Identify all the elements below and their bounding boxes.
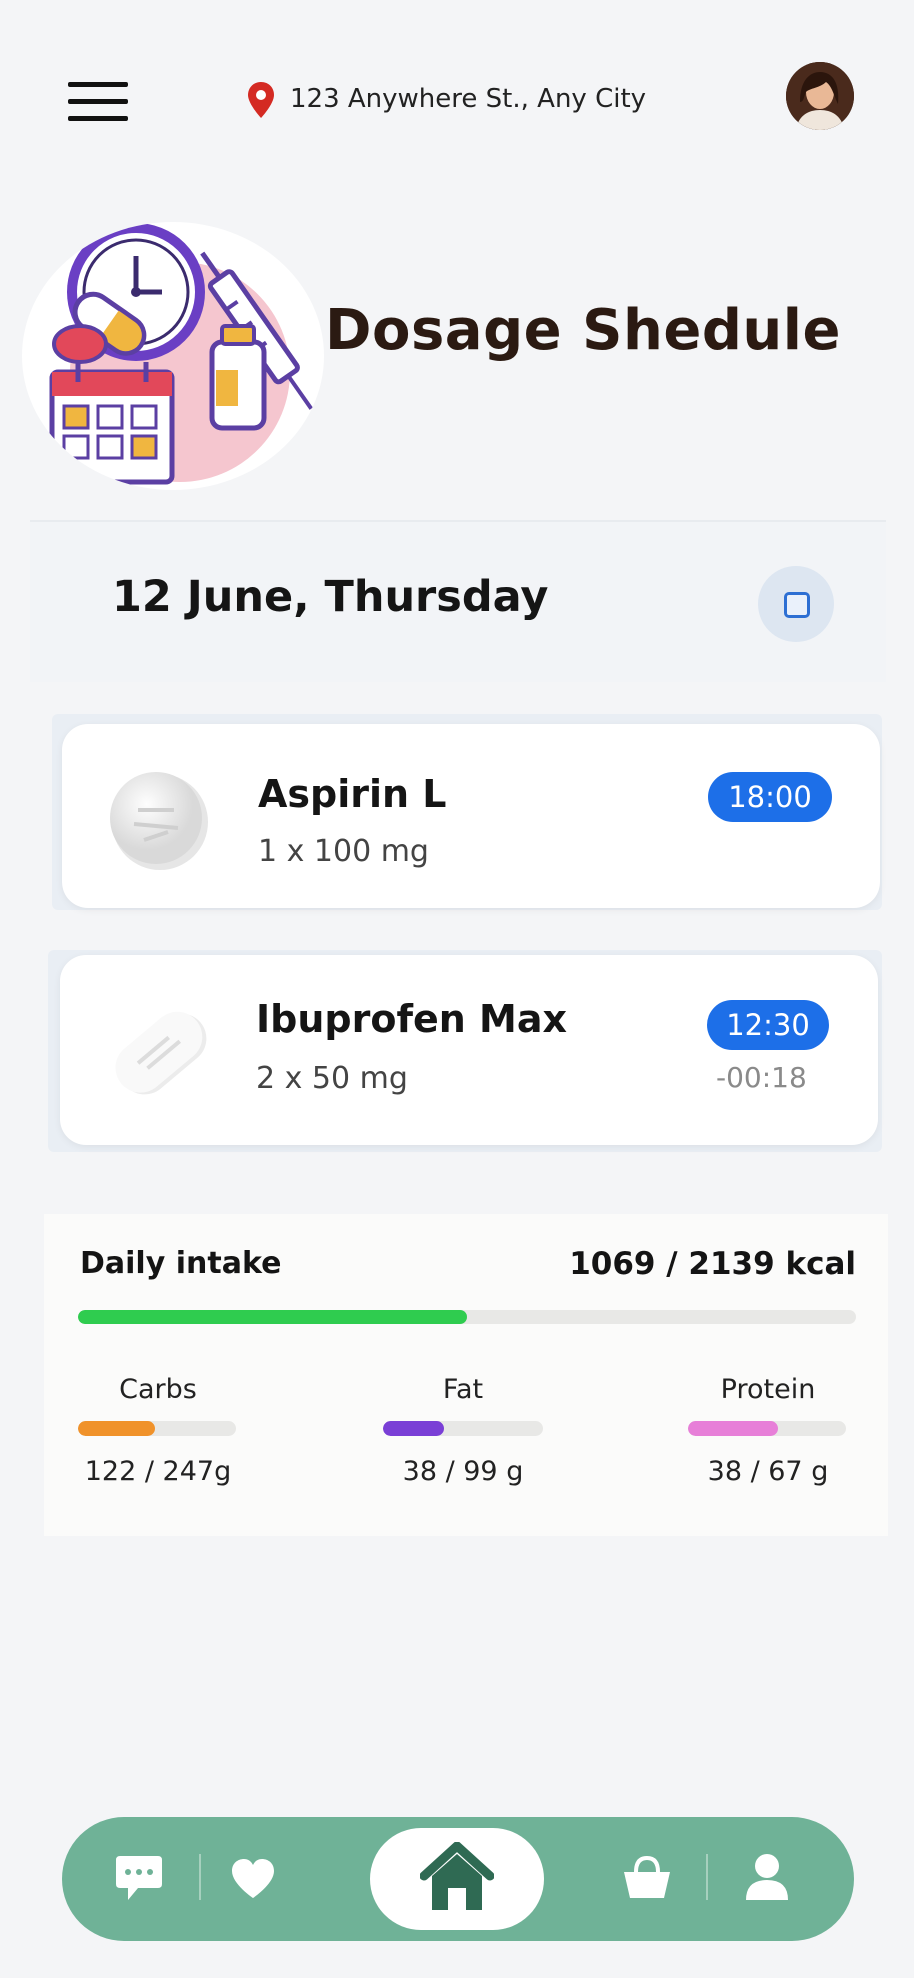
oval-pill-icon <box>108 999 218 1109</box>
home-button[interactable] <box>370 1828 544 1930</box>
protein-progress-bar <box>688 1421 846 1436</box>
menu-icon[interactable] <box>68 80 128 124</box>
macro-label-protein: Protein <box>720 1374 816 1405</box>
round-pill-icon <box>108 770 208 870</box>
intake-title: Daily intake <box>80 1246 282 1281</box>
dosage-illustration <box>22 222 324 490</box>
time-badge: 18:00 <box>708 772 832 822</box>
medication-name: Ibuprofen Max <box>256 997 567 1041</box>
fat-progress-bar <box>383 1421 543 1436</box>
nav-divider <box>199 1854 201 1900</box>
carbs-progress-bar <box>78 1421 236 1436</box>
medication-name: Aspirin L <box>258 772 447 816</box>
heart-icon[interactable] <box>230 1858 276 1900</box>
schedule-date: 12 June, Thursday <box>112 572 549 622</box>
macro-label-carbs: Carbs <box>119 1374 197 1405</box>
medication-card-aspirin[interactable]: Aspirin L 1 x 100 mg 18:00 <box>62 724 880 908</box>
calendar-icon <box>784 592 810 618</box>
macro-value-carbs: 122 / 247g <box>84 1456 232 1487</box>
time-remaining: -00:18 <box>716 1061 807 1094</box>
macro-value-fat: 38 / 99 g <box>402 1456 524 1487</box>
medication-card-ibuprofen[interactable]: Ibuprofen Max 2 x 50 mg 12:30 -00:18 <box>60 955 878 1145</box>
user-icon[interactable] <box>744 1852 790 1902</box>
nav-divider <box>706 1854 708 1900</box>
time-badge: 12:30 <box>707 1000 829 1050</box>
chat-icon[interactable] <box>114 1856 164 1902</box>
home-icon <box>419 1841 495 1912</box>
medication-dose: 1 x 100 mg <box>258 834 429 869</box>
macro-value-protein: 38 / 67 g <box>707 1456 829 1487</box>
avatar[interactable] <box>786 62 854 130</box>
kcal-progress-bar <box>78 1310 856 1324</box>
intake-kcal: 1069 / 2139 kcal <box>569 1246 856 1282</box>
macro-label-fat: Fat <box>442 1374 484 1405</box>
location-text[interactable]: 123 Anywhere St., Any City <box>290 84 646 114</box>
basket-icon[interactable] <box>622 1855 672 1900</box>
kcal-progress-fill <box>78 1310 467 1324</box>
calendar-button[interactable] <box>758 566 834 642</box>
protein-progress-fill <box>688 1421 779 1436</box>
fat-progress-fill <box>383 1421 444 1436</box>
page-title: Dosage Shedule <box>325 298 841 363</box>
location-pin-icon <box>246 80 276 120</box>
carbs-progress-fill <box>78 1421 156 1436</box>
medication-dose: 2 x 50 mg <box>256 1061 408 1096</box>
